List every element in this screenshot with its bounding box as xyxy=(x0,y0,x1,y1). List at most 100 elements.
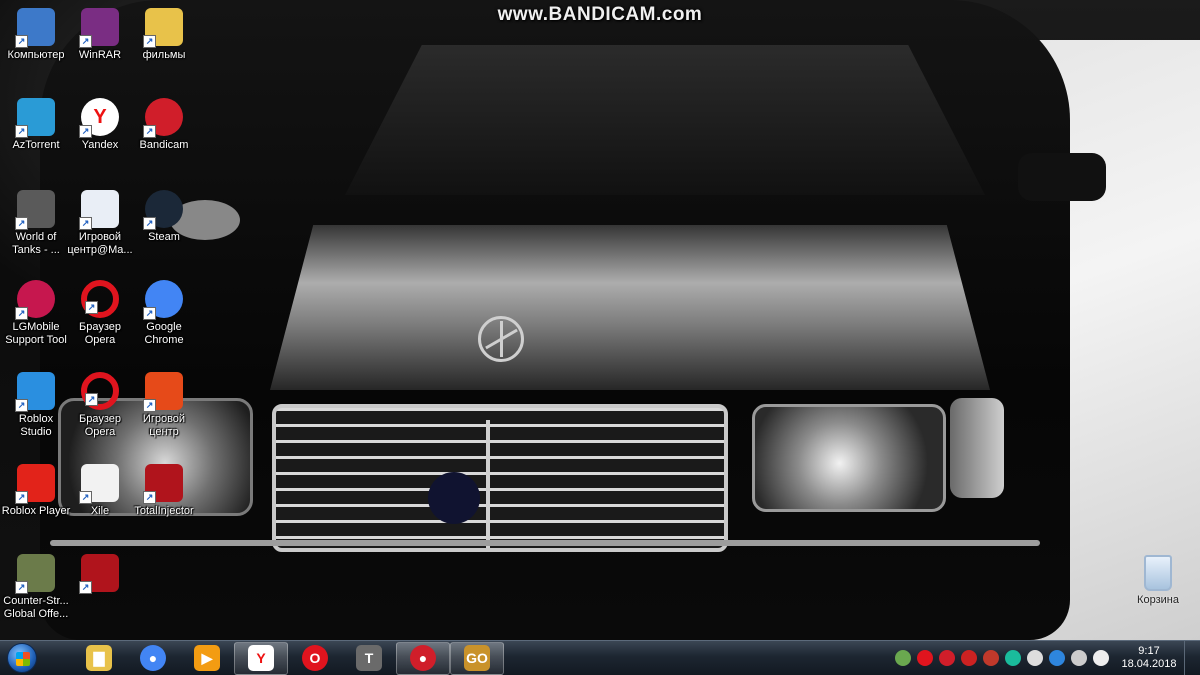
game-center-mail-icon: ↗ xyxy=(79,190,119,230)
start-button[interactable] xyxy=(0,641,44,675)
record-icon[interactable] xyxy=(961,650,977,666)
folder-icon: ↗ xyxy=(143,8,183,48)
shortcut-arrow-icon: ↗ xyxy=(15,581,28,594)
shortcut-arrow-icon: ↗ xyxy=(143,125,156,138)
wallpaper-grille-badge xyxy=(428,472,480,524)
totalinjector-icon: ↗ xyxy=(143,464,183,504)
lg-mobile-icon: ↗ xyxy=(15,280,55,320)
desktop-shortcut[interactable]: ↗ Counter-Str... Global Offe... xyxy=(2,554,70,621)
wallpaper-car-hood xyxy=(270,225,990,390)
desktop-shortcut-label: фильмы xyxy=(142,49,186,61)
opera-icon: ↗ xyxy=(81,280,119,318)
shortcut-arrow-icon: ↗ xyxy=(15,307,28,320)
taskbar-item[interactable]: ● xyxy=(396,641,450,675)
shortcut-arrow-icon: ↗ xyxy=(85,393,98,406)
shortcut-arrow-icon: ↗ xyxy=(143,491,156,504)
steam-icon: ↗ xyxy=(143,190,183,230)
roblox-player-icon: ↗ xyxy=(15,464,55,504)
system-tray: 9:17 18.04.2018 xyxy=(892,640,1200,675)
taskbar-item[interactable]: Y xyxy=(234,641,288,675)
chrome-icon: ● xyxy=(140,645,166,671)
show-desktop-button[interactable] xyxy=(1184,640,1196,675)
flag-icon[interactable] xyxy=(1093,650,1109,666)
csgo-icon: ↗ xyxy=(15,554,55,594)
csgo-icon: GO xyxy=(464,645,490,671)
shortcut-arrow-icon: ↗ xyxy=(15,125,28,138)
desktop-shortcut[interactable]: ↗ Игровой центр@Ma... xyxy=(66,190,134,257)
taskbar-pinned-items: ▇ ● ▶ Y O T ● GO xyxy=(72,641,504,675)
opera-icon: ↗ xyxy=(81,372,119,410)
winrar-icon: ↗ xyxy=(79,8,119,48)
bandicam-tray-icon[interactable] xyxy=(939,650,955,666)
monitor-icon[interactable] xyxy=(1071,650,1087,666)
shortcut-arrow-icon: ↗ xyxy=(15,399,28,412)
shortcut-arrow-icon: ↗ xyxy=(143,399,156,412)
world-of-tanks-icon: T xyxy=(356,645,382,671)
taskbar-item[interactable]: ▶ xyxy=(180,642,234,675)
shortcut-arrow-icon: ↗ xyxy=(79,491,92,504)
desktop-shortcut[interactable]: ↗ Bandicam xyxy=(130,98,198,152)
desktop-shortcut-label: Игровой центр xyxy=(142,413,186,438)
taskbar-item[interactable]: GO xyxy=(450,641,504,675)
chrome-icon: ↗ xyxy=(143,280,183,320)
clock-time: 9:17 xyxy=(1138,645,1160,657)
taskbar-clock[interactable]: 9:17 18.04.2018 xyxy=(1118,645,1180,671)
wallpaper-car-grille xyxy=(272,404,728,552)
e-icon[interactable] xyxy=(1049,650,1065,666)
opera-tray-icon[interactable] xyxy=(917,650,933,666)
recycle-bin[interactable]: Корзина xyxy=(1128,555,1188,606)
shortcut-arrow-icon: ↗ xyxy=(143,35,156,48)
desktop-shortcut-label: Counter-Str... Global Offe... xyxy=(3,595,69,620)
desktop-shortcut-label: Bandicam xyxy=(139,139,189,151)
yandex-icon: Y ↗ xyxy=(79,98,119,138)
yandex-icon: Y xyxy=(248,645,274,671)
opera-icon: O xyxy=(302,645,328,671)
taskbar-item[interactable]: ▇ xyxy=(72,642,126,675)
taskbar-item[interactable]: ● xyxy=(126,642,180,675)
media-player-icon: ▶ xyxy=(194,645,220,671)
network-cube-icon[interactable] xyxy=(895,650,911,666)
desktop-shortcut[interactable]: ↗ фильмы xyxy=(130,8,198,62)
shortcut-arrow-icon: ↗ xyxy=(15,217,28,230)
explorer-folder-icon: ▇ xyxy=(86,645,112,671)
shortcut-arrow-icon: ↗ xyxy=(79,217,92,230)
wallpaper-side-mirror xyxy=(1018,153,1106,201)
taskbar: ▇ ● ▶ Y O T ● GO 9:17 18.04.2018 xyxy=(0,640,1200,675)
wallpaper-grille-bar xyxy=(486,420,490,548)
bandicam-icon: ● xyxy=(410,645,436,671)
game-center-icon: ↗ xyxy=(143,372,183,412)
desktop-icon-grid: ↗ Компьютер ↗ WinRAR ↗ фильмы ↗ AzTorrent Y ↗ Yand… xyxy=(0,0,200,640)
world-of-tanks-icon: ↗ xyxy=(15,190,55,230)
desktop-shortcut[interactable]: ↗ Steam xyxy=(130,190,198,244)
mercedes-star-logo xyxy=(478,316,524,362)
bandicam-icon: ↗ xyxy=(143,98,183,138)
file-icon: ↗ xyxy=(79,464,119,504)
shortcut-arrow-icon: ↗ xyxy=(143,307,156,320)
desktop-shortcut-label: Steam xyxy=(148,231,180,243)
wallpaper-windshield xyxy=(345,45,985,195)
desktop-shortcut[interactable]: ↗ TotalInjector xyxy=(130,464,198,518)
antenna-icon[interactable] xyxy=(1005,650,1021,666)
desktop-shortcut[interactable]: ↗ xyxy=(66,554,134,595)
desktop-shortcut[interactable]: ↗ Google Chrome xyxy=(130,280,198,347)
computer-icon: ↗ xyxy=(15,8,55,48)
shortcut-arrow-icon: ↗ xyxy=(15,491,28,504)
desktop-shortcut-label: TotalInjector xyxy=(134,505,194,517)
clock-date: 18.04.2018 xyxy=(1121,658,1177,670)
taskbar-item[interactable]: O xyxy=(288,642,342,675)
tray-icons xyxy=(892,650,1112,666)
taskbar-item[interactable]: T xyxy=(342,642,396,675)
speed-icon[interactable] xyxy=(983,650,999,666)
shortcut-arrow-icon: ↗ xyxy=(143,217,156,230)
volume-icon[interactable] xyxy=(1027,650,1043,666)
recycle-bin-icon xyxy=(1144,555,1172,591)
wallpaper-indicator-right xyxy=(950,398,1004,498)
injector-icon: ↗ xyxy=(79,554,119,594)
shortcut-arrow-icon: ↗ xyxy=(79,125,92,138)
shortcut-arrow-icon: ↗ xyxy=(79,35,92,48)
shortcut-arrow-icon: ↗ xyxy=(85,301,98,314)
desktop-shortcut[interactable]: ↗ Игровой центр xyxy=(130,372,198,439)
recycle-bin-label: Корзина xyxy=(1137,594,1179,606)
shortcut-arrow-icon: ↗ xyxy=(79,581,92,594)
windows-start-icon xyxy=(7,643,37,673)
